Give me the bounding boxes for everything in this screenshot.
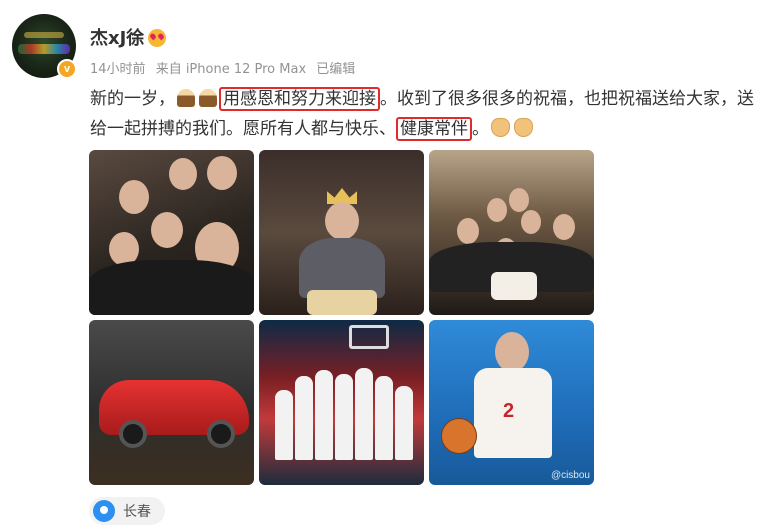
- username-text[interactable]: 杰xJ徐: [90, 28, 144, 49]
- photo-team-selfie[interactable]: [89, 150, 254, 315]
- location-pin-icon: [93, 500, 115, 522]
- post-source: 来自 iPhone 12 Pro Max: [155, 62, 307, 77]
- avatar-color-band: [18, 44, 70, 54]
- highlighted-phrase-1: 用感恩和努力来迎接: [219, 87, 380, 111]
- basketball-hoop: [349, 325, 389, 349]
- fist-bump-emoji-icon: [491, 118, 510, 137]
- cake-emoji-icon: [177, 89, 195, 107]
- location-tag[interactable]: 长春: [89, 497, 165, 525]
- highlighted-phrase-2: 健康常伴: [396, 117, 472, 141]
- text-part-3: 。: [472, 119, 489, 139]
- post-time[interactable]: 14小时前: [90, 62, 146, 77]
- photo-red-lego-car[interactable]: [89, 320, 254, 485]
- post-meta: 14小时前 来自 iPhone 12 Pro Max 已编辑: [90, 58, 361, 77]
- photo-birthday-wish[interactable]: [259, 150, 424, 315]
- huddle-players: [271, 360, 413, 460]
- basketball: [441, 418, 477, 454]
- edited-label[interactable]: 已编辑: [316, 62, 355, 77]
- photo-team-huddle[interactable]: [259, 320, 424, 485]
- fist-bump-emoji-icon: [514, 118, 533, 137]
- location-name[interactable]: 长春: [123, 501, 151, 521]
- photo-player-dribbling[interactable]: 2 @cisbou: [429, 320, 594, 485]
- heart-eyes-emoji-icon: [148, 29, 167, 47]
- jersey-number: 2: [503, 400, 515, 422]
- photo-team-birthday-cake[interactable]: [429, 150, 594, 315]
- cake-emoji-icon: [199, 89, 217, 107]
- username[interactable]: 杰xJ徐: [90, 24, 167, 50]
- photo-watermark: @cisbou: [550, 470, 590, 481]
- post-text: 新的一岁， 用感恩和努力来迎接 。收到了很多很多的祝福，也把祝福送给大家，送给一起拼…: [90, 84, 760, 144]
- text-part-1: 新的一岁，: [90, 89, 175, 109]
- avatar-light-decoration: [24, 32, 64, 38]
- verified-badge-icon: v: [57, 59, 77, 79]
